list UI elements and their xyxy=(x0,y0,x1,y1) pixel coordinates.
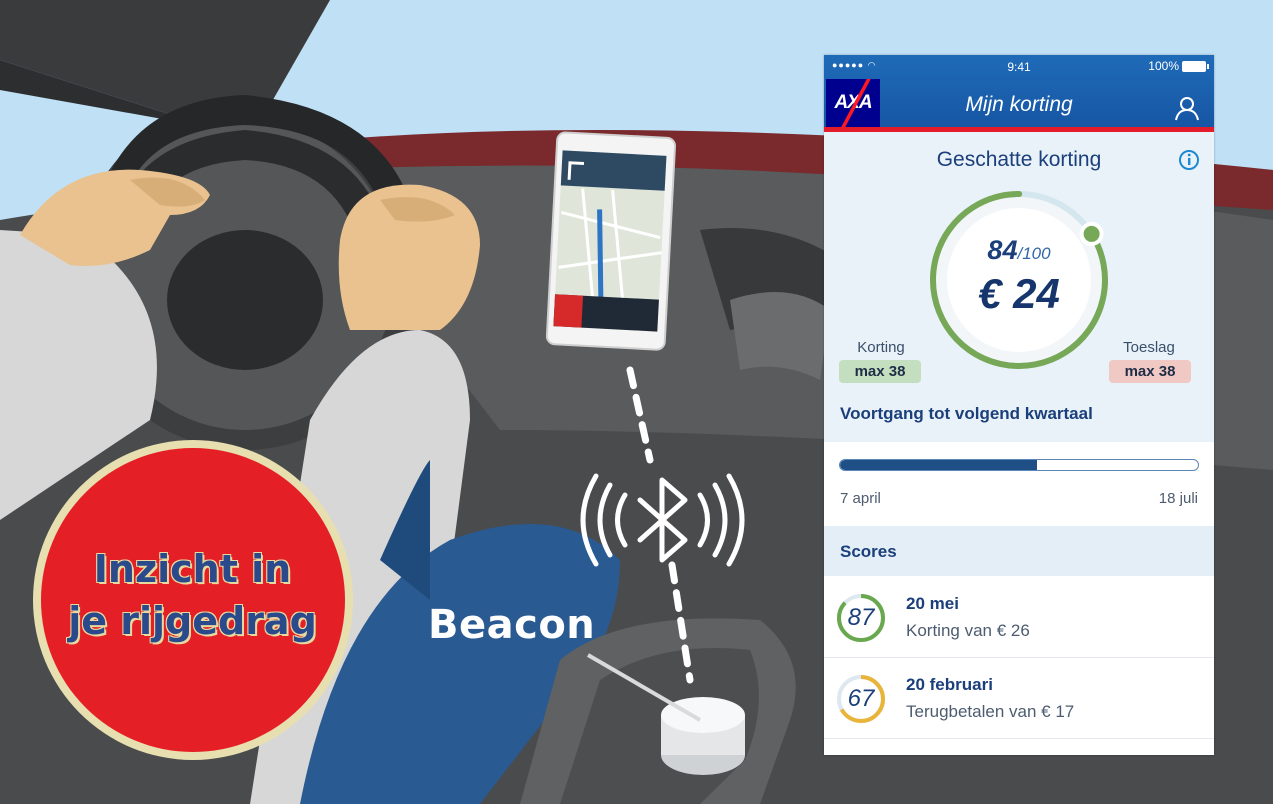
score-ring-value: 67 xyxy=(847,685,875,712)
app-title: Mijn korting xyxy=(965,93,1073,116)
beacon-label: Beacon xyxy=(428,602,596,648)
score-description: Terugbetalen van € 17 xyxy=(906,702,1075,721)
profile-icon[interactable] xyxy=(1174,95,1200,121)
estimate-title: Geschatte korting xyxy=(936,148,1102,171)
estimate-section: Geschatte korting 84/100 € 24 Korting ma… xyxy=(824,132,1214,442)
progress-section: 7 april 18 juli xyxy=(824,442,1214,526)
score-display: 84/100 xyxy=(824,235,1214,266)
battery-icon xyxy=(1182,60,1209,72)
toeslag-value: max 38 xyxy=(1109,360,1191,383)
score-max: /100 xyxy=(1017,244,1051,263)
progress-bar xyxy=(839,459,1199,471)
battery-percent: 100% xyxy=(1148,59,1179,73)
toeslag-label: Toeslag xyxy=(1123,339,1175,356)
scores-title: Scores xyxy=(840,542,897,561)
progress-fill xyxy=(840,460,1037,470)
score-ring-value: 87 xyxy=(847,604,875,631)
scene: Inzicht in je rijgedrag Beacon ●●●●● ◠ 9… xyxy=(0,0,1273,804)
scores-header: Scores xyxy=(824,526,1214,576)
app-header: ●●●●● ◠ 9:41 100% AXA Mijn korting xyxy=(824,55,1214,132)
progress-end-date: 18 juli xyxy=(1158,490,1198,507)
korting-label: Korting xyxy=(857,339,905,356)
progress-start-date: 7 april xyxy=(840,490,881,507)
navigation-phone xyxy=(545,131,677,351)
korting-value: max 38 xyxy=(839,360,921,383)
app-screen: ●●●●● ◠ 9:41 100% AXA Mijn korting Gesch… xyxy=(824,55,1214,755)
info-icon[interactable] xyxy=(1178,149,1200,171)
score-row[interactable]: 87 20 mei Korting van € 26 xyxy=(824,577,1214,658)
progress-title: Voortgang tot volgend kwartaal xyxy=(840,404,1093,423)
score-date: 20 mei xyxy=(906,594,959,613)
badge-line-1: Inzicht in xyxy=(93,547,292,591)
badge-line-2: je rijgedrag xyxy=(68,599,317,643)
score-value: 84 xyxy=(987,235,1018,265)
status-bar: ●●●●● ◠ 9:41 100% xyxy=(824,55,1214,79)
battery-indicator: 100% xyxy=(1148,59,1209,73)
estimate-amount: € 24 xyxy=(978,270,1060,317)
score-row[interactable]: 67 20 februari Terugbetalen van € 17 xyxy=(824,658,1214,739)
score-date: 20 februari xyxy=(906,675,993,694)
score-description: Korting van € 26 xyxy=(906,621,1030,640)
